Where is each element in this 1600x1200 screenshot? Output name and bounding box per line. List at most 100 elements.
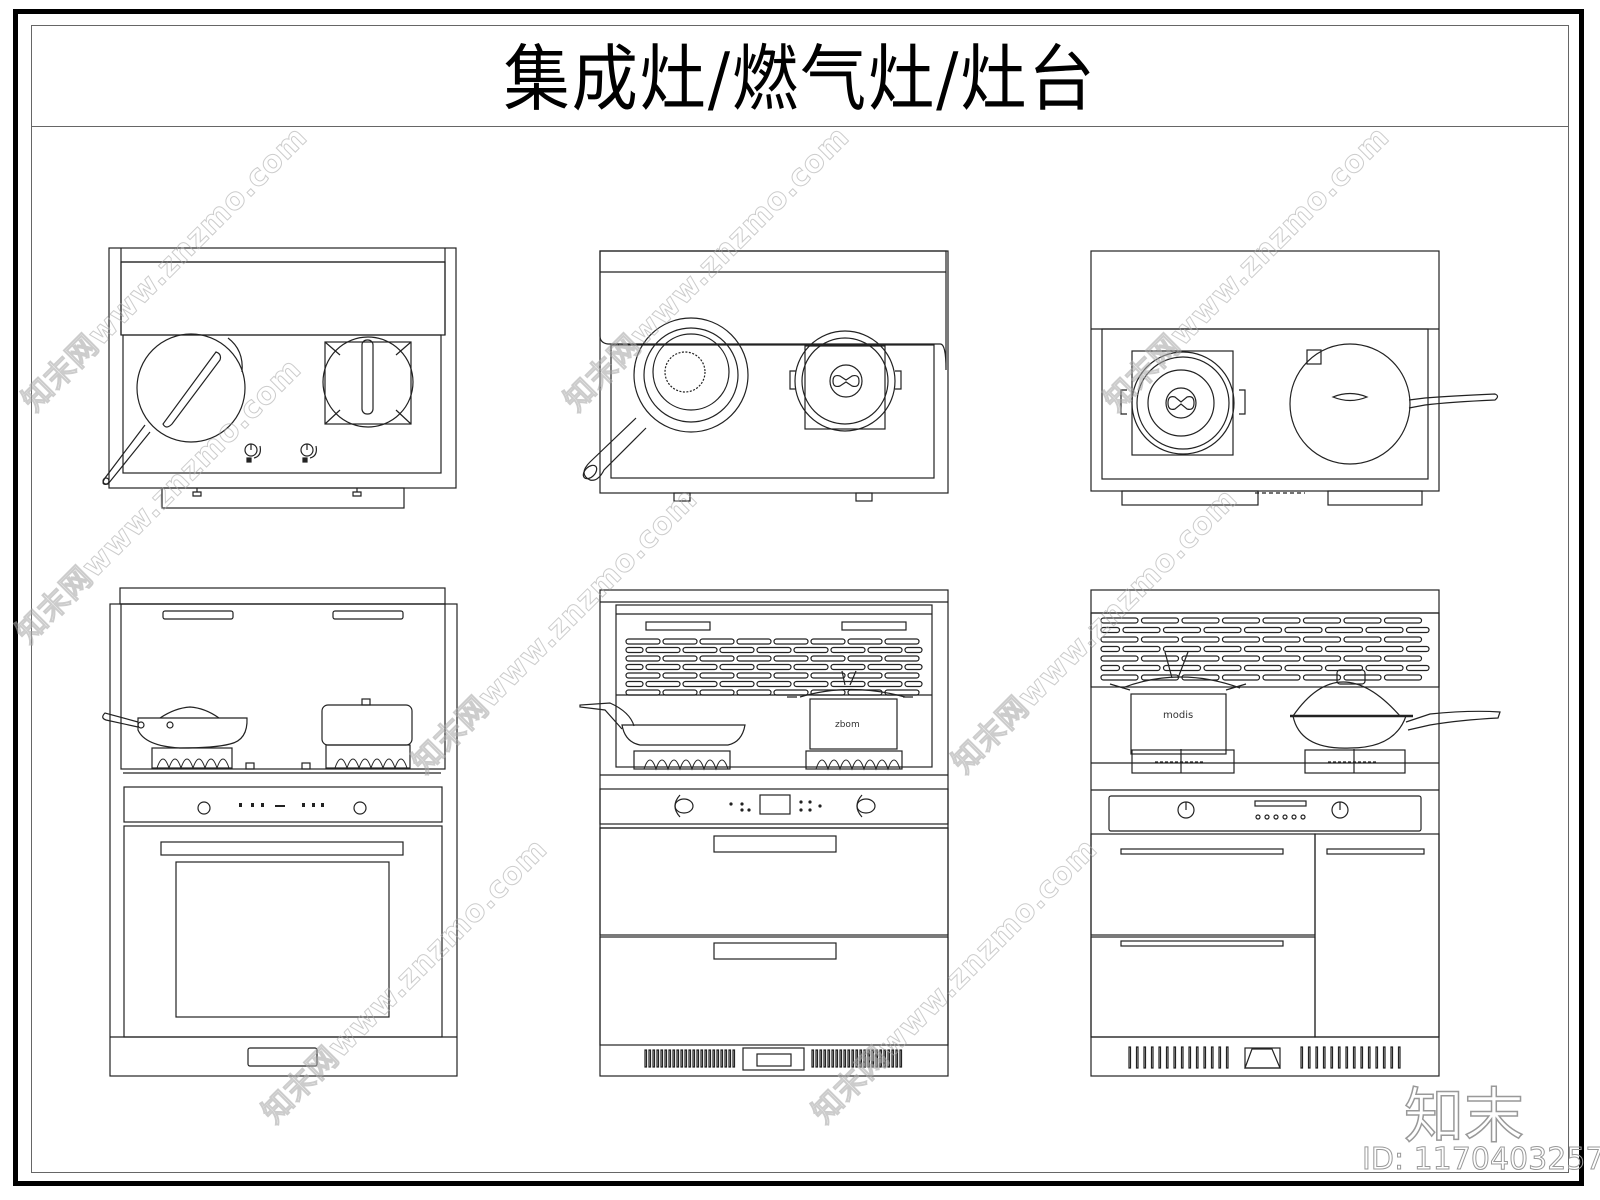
control-panel (123, 786, 443, 823)
vent-slot (699, 672, 735, 679)
vent-slot (773, 689, 809, 696)
vent-slot (793, 663, 829, 671)
vent-slot (1181, 655, 1220, 662)
vent-slot (1203, 645, 1242, 653)
vent-slot (1345, 1046, 1349, 1069)
vent-slot (1100, 655, 1139, 662)
vent-slot (1243, 626, 1283, 634)
vent-slot (827, 1049, 831, 1068)
vent-slot (736, 638, 772, 645)
vent-slot (1122, 626, 1161, 634)
vent-slot (823, 1049, 827, 1068)
vent-slot (662, 638, 698, 645)
knob-left (674, 798, 694, 814)
vent-slot (719, 680, 755, 688)
vent-slot (1337, 1046, 1341, 1069)
oven-handle (160, 841, 404, 856)
stove-elevation-2: zbom (579, 589, 949, 1077)
vent-slot (699, 689, 735, 696)
vent-slot (815, 1049, 819, 1068)
vent-slot (732, 1049, 736, 1068)
pot-brand-label: zbom (835, 720, 860, 730)
vent-slot (662, 655, 698, 662)
vent-slot (1100, 674, 1139, 681)
vent-slot (1140, 617, 1180, 624)
vent-slot (1140, 636, 1180, 643)
burner-grate-right (1304, 749, 1406, 774)
vent-slot (1383, 674, 1423, 681)
vent-slot (810, 638, 846, 645)
vent-slot (1284, 626, 1323, 634)
pot-brand-label: modis (1163, 710, 1193, 721)
vent-slot (831, 1049, 835, 1068)
vent-slot (1302, 636, 1342, 643)
vent-slot (1243, 664, 1283, 672)
vent-slot (1324, 645, 1364, 653)
vent-slot (672, 1049, 676, 1068)
stock-pot-elevation (321, 698, 413, 770)
base-plinth (161, 487, 405, 509)
vent-slot (1221, 636, 1261, 643)
vent-slot (1262, 617, 1301, 624)
vent-slot (645, 646, 681, 654)
vent-slot (648, 1049, 652, 1068)
control-panel (599, 788, 949, 825)
vent-slot (699, 655, 735, 662)
vent-slot (1307, 1046, 1311, 1069)
vent-slot (1330, 1046, 1334, 1069)
vent-slot (699, 638, 735, 645)
vent-slot (1225, 1046, 1229, 1069)
vent-slot (830, 646, 866, 654)
vent-slots (1128, 1046, 1401, 1069)
drawer-handle (1120, 848, 1284, 855)
drawer-lower (1090, 936, 1316, 1038)
vent-slot (1300, 1046, 1304, 1069)
panel-buttons (1255, 814, 1306, 820)
vent-slot (688, 1049, 692, 1068)
vent-slot (682, 680, 718, 688)
vent-slot (719, 663, 755, 671)
wok-plan (1289, 343, 1499, 465)
vent-slot (1188, 1046, 1192, 1069)
vent-slot (1343, 655, 1382, 662)
vent-slot (682, 663, 718, 671)
vent-slot (680, 1049, 684, 1068)
vent-slot (1128, 1046, 1132, 1069)
drawer-handle (713, 835, 837, 853)
vent-slot (1405, 664, 1430, 672)
vent-slot (696, 1049, 700, 1068)
vent-slot (904, 680, 923, 688)
vent-slot (1221, 655, 1261, 662)
vent-slot (1284, 664, 1323, 672)
vent-slot (1180, 1046, 1184, 1069)
vent-slot (1140, 655, 1180, 662)
vent-slot (847, 638, 883, 645)
vent-slot (724, 1049, 728, 1068)
vent-slot (1383, 617, 1423, 624)
vent-slot (884, 655, 920, 662)
vent-slot (884, 689, 920, 696)
panel-buttons (729, 800, 822, 812)
vent-slot (1405, 645, 1430, 653)
vent-slot (1162, 626, 1202, 634)
vent-slot (1135, 1046, 1139, 1069)
vent-slot (1195, 1046, 1199, 1069)
knob-right (353, 801, 367, 815)
vent-slot (1122, 664, 1161, 672)
vent-slot (830, 663, 866, 671)
vent-grille (1100, 617, 1430, 681)
display-strip (1254, 800, 1307, 807)
panel-buttons (239, 803, 324, 807)
vent-slot (1243, 645, 1283, 653)
vent-slot (756, 663, 792, 671)
vent-slot (676, 1049, 680, 1068)
vent-slot (773, 672, 809, 679)
vent-slot (728, 1049, 732, 1068)
vent-slot (1324, 626, 1364, 634)
vent-slot (1302, 674, 1342, 681)
vent-slot (716, 1049, 720, 1068)
vent-slot (810, 655, 846, 662)
vent-slot (773, 655, 809, 662)
vent-slot (1397, 1046, 1401, 1069)
vent-slot (1302, 655, 1342, 662)
